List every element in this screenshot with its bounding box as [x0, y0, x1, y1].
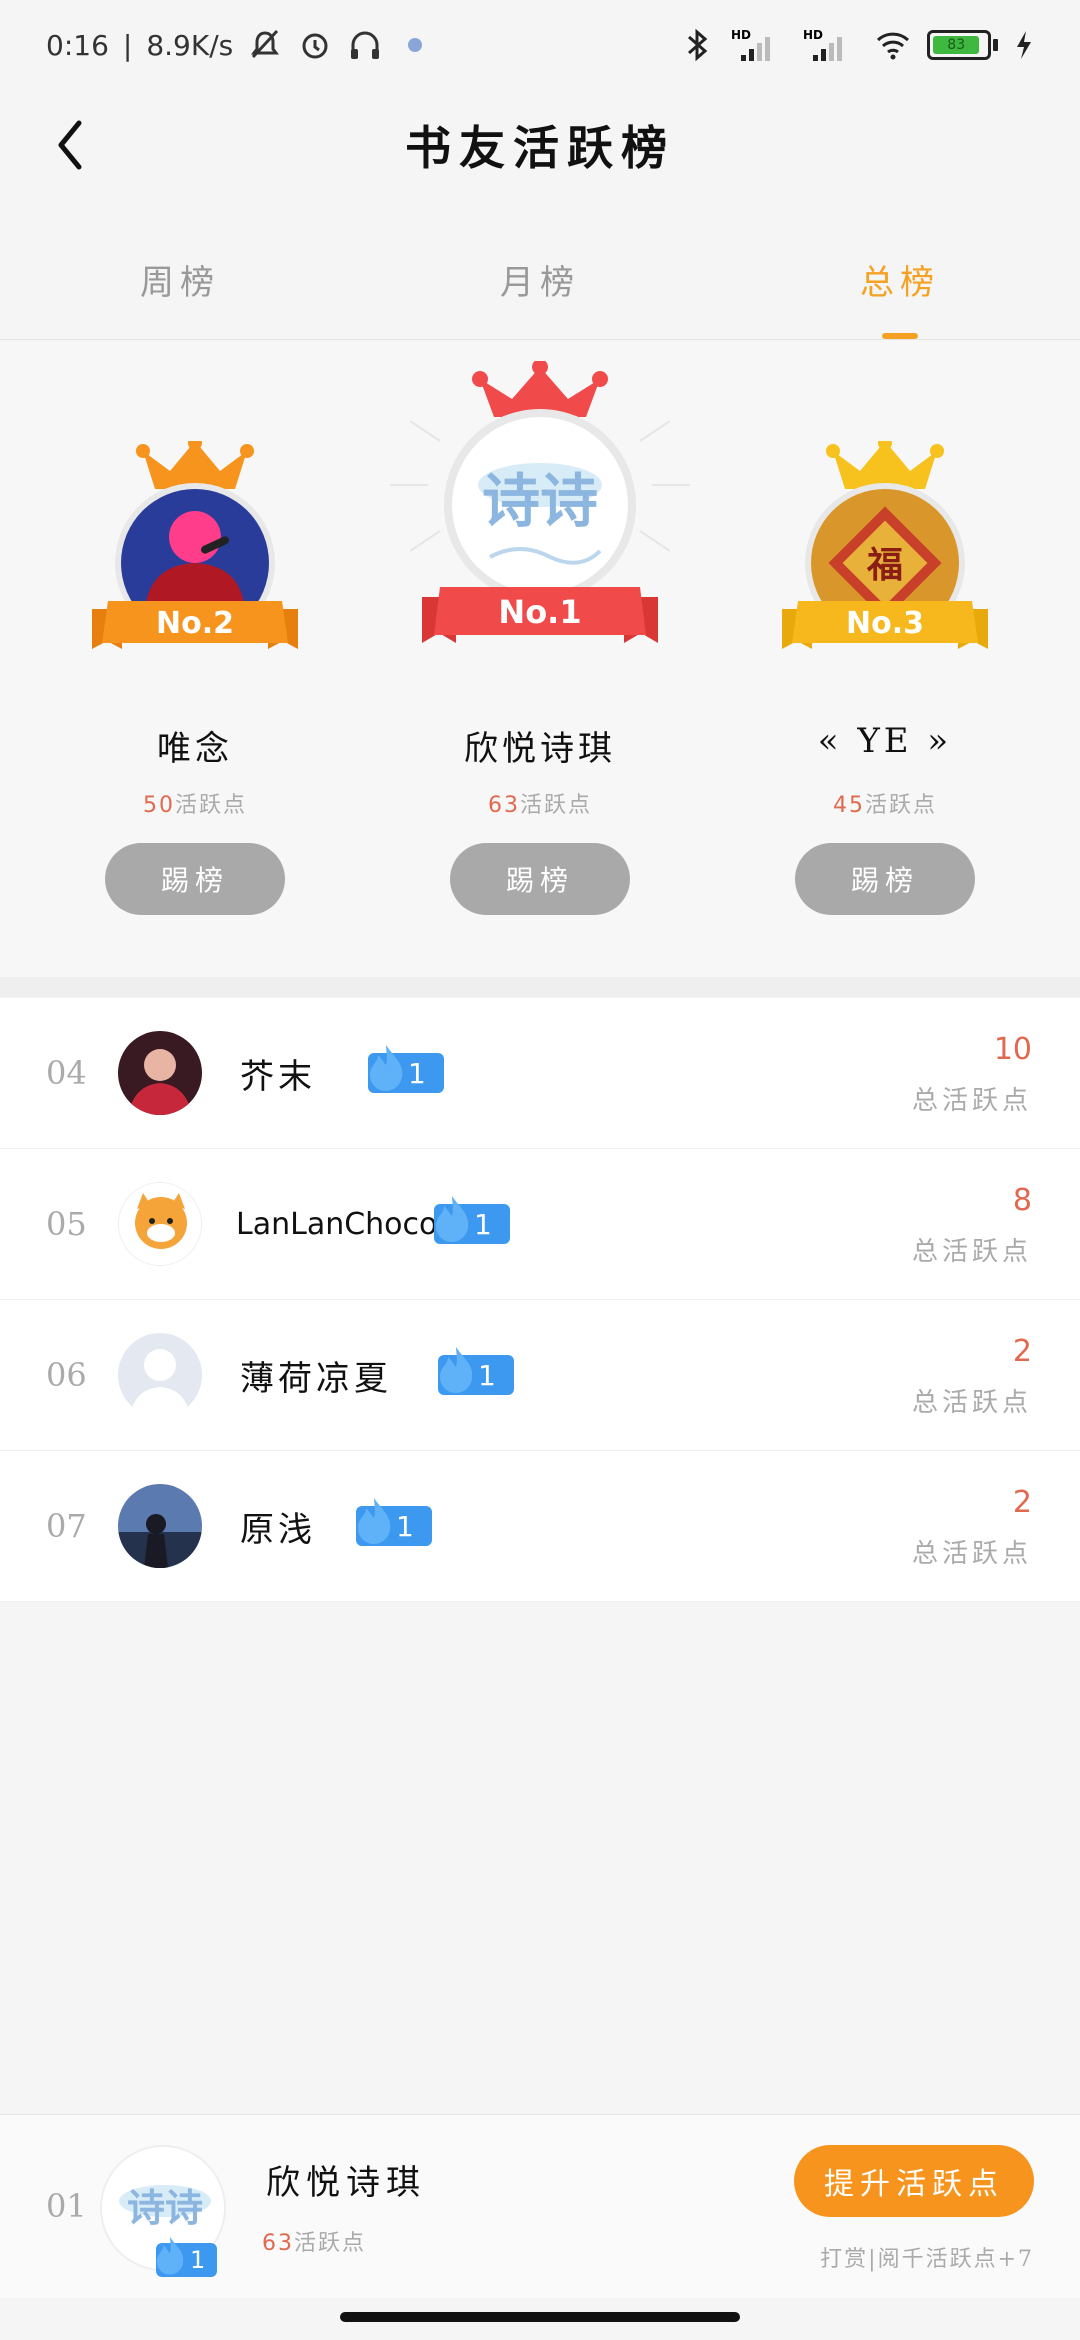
list-item[interactable]: 05 LanLanChoco 1 8 总活跃点 [0, 1149, 1080, 1300]
avatar[interactable] [118, 1333, 202, 1417]
svg-text:HD: HD [803, 28, 823, 42]
tab-weekly[interactable]: 周榜 [0, 220, 360, 339]
wifi-icon [876, 32, 910, 60]
podium-second-name[interactable]: 唯念 [35, 721, 355, 770]
kick-button-third[interactable]: 踢榜 [795, 843, 975, 915]
battery-indicator: 83 [927, 30, 998, 60]
flame-icon [370, 1045, 403, 1091]
no3-ribbon: No.3 [782, 601, 988, 649]
flame-icon [436, 1196, 469, 1242]
tab-monthly[interactable]: 月榜 [360, 220, 720, 339]
user-name: 原浅 [240, 1509, 316, 1550]
my-level-badge: 1 [156, 2237, 218, 2277]
level-badge: 1 [434, 1196, 510, 1244]
avatar[interactable] [118, 1031, 202, 1115]
level-badge: 1 [368, 1045, 444, 1093]
podium-first: 诗诗 No.1 欣悦诗琪 63活跃点 踢榜 [380, 341, 700, 977]
podium-second: No.2 唯念 50活跃点 踢榜 [40, 341, 350, 977]
kick-button-first[interactable]: 踢榜 [450, 843, 630, 915]
score-label: 总活跃点 [911, 1237, 1032, 1267]
signal-hd-2-icon: HD [803, 28, 842, 61]
podium-third-name[interactable]: « YE » [725, 721, 1045, 761]
tab-overall[interactable]: 总榜 [720, 220, 1080, 339]
svg-text:No.3: No.3 [846, 606, 924, 641]
list-item[interactable]: 06 薄荷凉夏 1 2 总活跃点 [0, 1300, 1080, 1451]
bluetooth-icon [688, 28, 708, 62]
headphones-icon [351, 31, 380, 59]
podium-third-points: 45活跃点 [832, 793, 937, 818]
app-notification-icon [408, 38, 423, 52]
app-header: 书友活跃榜 [0, 90, 1080, 200]
back-button[interactable] [40, 110, 100, 180]
rank-number: 04 [46, 1054, 87, 1092]
mute-bell-icon [251, 29, 280, 59]
svg-text:No.2: No.2 [156, 606, 234, 641]
my-name: 欣悦诗琪 [266, 2163, 426, 2203]
ranking-list: 04 芥末 1 10 总活跃点 05 LanLanChoco 1 8 总活跃点 … [0, 998, 1080, 1602]
avatar[interactable] [118, 1484, 202, 1568]
status-time: 0:16 [46, 28, 109, 62]
flame-icon [156, 2237, 184, 2275]
alarm-icon [302, 33, 328, 59]
kick-button-second[interactable]: 踢榜 [105, 843, 285, 915]
boost-hint: 打赏|阅千活跃点+7 [820, 2247, 1034, 2272]
active-tab-indicator [882, 333, 918, 339]
user-name: 芥末 [240, 1056, 316, 1097]
score-label: 总活跃点 [911, 1539, 1032, 1569]
boost-points-button[interactable]: 提升活跃点 [794, 2145, 1034, 2217]
svg-text:HD: HD [731, 28, 751, 42]
leaderboard-tabs: 周榜 月榜 总榜 [0, 220, 1080, 340]
score-value: 8 [1012, 1183, 1032, 1218]
score-label: 总活跃点 [911, 1086, 1032, 1116]
list-item[interactable]: 07 原浅 1 2 总活跃点 [0, 1451, 1080, 1602]
charging-icon [1017, 31, 1031, 59]
podium-third: 福 No.3 « YE » 45活跃点 踢榜 [730, 341, 1040, 977]
podium-second-points: 50活跃点 [142, 793, 247, 818]
list-item[interactable]: 04 芥末 1 10 总活跃点 [0, 998, 1080, 1149]
my-rank-bar: 01 诗诗 1 欣悦诗琪 63活跃点 提升活跃点 打赏|阅千活跃点+7 [0, 2114, 1080, 2298]
rank-number: 05 [46, 1205, 87, 1243]
rank-1-crown-avatar[interactable]: 诗诗 [380, 361, 700, 601]
page-title: 书友活跃榜 [405, 121, 675, 175]
svg-text:福: 福 [866, 544, 903, 586]
score-value: 2 [1012, 1485, 1032, 1520]
flame-icon [358, 1498, 391, 1544]
level-badge: 1 [356, 1498, 432, 1546]
avatar[interactable] [118, 1182, 202, 1266]
user-name: 薄荷凉夏 [240, 1358, 392, 1399]
podium-section: No.2 唯念 50活跃点 踢榜 诗诗 No.1 欣悦诗琪 63活跃点 踢榜 福… [0, 341, 1080, 977]
score-label: 总活跃点 [911, 1388, 1032, 1418]
podium-first-points: 63活跃点 [487, 793, 592, 818]
chevron-left-icon [58, 120, 82, 170]
flame-icon [440, 1347, 473, 1393]
user-name: LanLanChoco [236, 1206, 438, 1242]
no1-ribbon: No.1 [422, 587, 658, 643]
home-indicator[interactable] [340, 2312, 740, 2322]
score-value: 2 [1012, 1334, 1032, 1369]
network-speed: 8.9K/s [146, 28, 234, 62]
rank-number: 06 [46, 1356, 87, 1394]
level-badge: 1 [438, 1347, 514, 1395]
podium-first-name[interactable]: 欣悦诗琪 [380, 721, 700, 770]
svg-text:诗诗: 诗诗 [127, 2185, 203, 2230]
status-bar: 0:16 | 8.9K/s HD HD 83 [0, 0, 1080, 90]
signal-hd-1-icon: HD [731, 28, 770, 61]
section-divider [0, 977, 1080, 997]
score-value: 10 [993, 1032, 1032, 1067]
my-points: 63活跃点 [262, 2231, 367, 2256]
no2-ribbon: No.2 [92, 601, 298, 649]
rank-number: 07 [46, 1507, 87, 1545]
svg-text:诗诗: 诗诗 [482, 467, 598, 535]
my-rank-number: 01 [46, 2187, 87, 2225]
svg-text:No.1: No.1 [498, 593, 581, 631]
